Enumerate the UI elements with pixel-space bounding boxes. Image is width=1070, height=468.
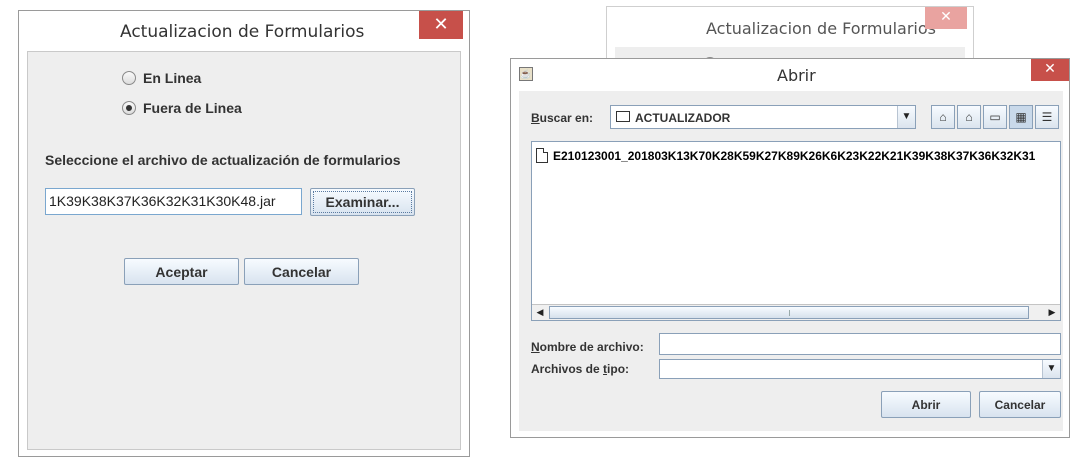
filetype-label: Archivos de tipo:	[531, 362, 629, 376]
filetype-label-rest: ipo:	[607, 362, 630, 376]
horizontal-scrollbar[interactable]: ◀ ▶	[532, 304, 1060, 320]
look-in-combo[interactable]: ACTUALIZADOR ▼	[610, 105, 916, 129]
filename-label-rest: ombre de archivo:	[539, 340, 644, 354]
file-icon	[536, 148, 548, 163]
list-view-button[interactable]: ▦	[1009, 105, 1033, 129]
open-cancel-button[interactable]: Cancelar	[979, 391, 1061, 418]
look-in-value: ACTUALIZADOR	[635, 111, 731, 125]
browse-button[interactable]: Examinar...	[310, 188, 415, 216]
background-close-button[interactable]: ✕	[925, 7, 967, 29]
radio-offline-label: Fuera de Linea	[143, 100, 242, 116]
background-dialog-title: Actualizacion de Formularios	[706, 19, 936, 38]
cancel-button[interactable]: Cancelar	[244, 258, 359, 285]
open-title-bar[interactable]: ☕ Abrir ✕	[511, 59, 1069, 91]
open-file-dialog: ☕ Abrir ✕ Buscar en: ACTUALIZADOR ▼ ⌂ ⌂ …	[510, 58, 1070, 438]
home-button[interactable]: ⌂	[957, 105, 981, 129]
new-folder-icon: ▭	[989, 110, 1001, 124]
filetype-label-pre: Archivos de	[531, 362, 604, 376]
chevron-down-icon[interactable]: ▼	[897, 106, 915, 128]
file-path-field[interactable]: 1K39K38K37K36K32K31K30K48.jar	[45, 188, 302, 215]
scrollbar-thumb[interactable]	[549, 306, 1029, 319]
filename-label: Nombre de archivo:	[531, 340, 644, 354]
new-folder-button[interactable]: ▭	[983, 105, 1007, 129]
radio-online-label: En Linea	[143, 70, 202, 86]
filename-mnemonic: N	[531, 340, 540, 354]
filename-input[interactable]	[659, 333, 1061, 355]
filetype-chevron-down-icon[interactable]: ▼	[1042, 360, 1060, 378]
filetype-select[interactable]: ▼	[659, 359, 1061, 379]
folder-icon	[616, 111, 630, 122]
up-folder-button[interactable]: ⌂	[931, 105, 955, 129]
look-in-label: Buscar en:	[531, 111, 593, 125]
details-view-icon: ☰	[1041, 110, 1053, 124]
up-folder-icon: ⌂	[939, 110, 947, 124]
radio-offline[interactable]: Fuera de Linea	[122, 100, 242, 116]
java-app-icon: ☕	[519, 67, 533, 81]
look-in-label-rest: uscar en:	[539, 111, 594, 125]
open-button[interactable]: Abrir	[881, 391, 971, 418]
scroll-left-icon[interactable]: ◀	[532, 305, 548, 320]
file-list[interactable]: E210123001_201803K13K70K28K59K27K89K26K6…	[531, 141, 1061, 321]
list-item[interactable]: E210123001_201803K13K70K28K59K27K89K26K6…	[536, 148, 1035, 163]
dialog-body: En Linea Fuera de Linea Seleccione el ar…	[27, 51, 461, 450]
scroll-right-icon[interactable]: ▶	[1044, 305, 1060, 320]
title-bar[interactable]: Actualizacion de Formularios ✕	[19, 11, 469, 51]
close-button[interactable]: ✕	[419, 11, 463, 39]
instruction-label: Seleccione el archivo de actualización d…	[45, 152, 401, 168]
open-dialog-title: Abrir	[777, 66, 816, 85]
radio-offline-circle[interactable]	[122, 101, 136, 115]
details-view-button[interactable]: ☰	[1035, 105, 1059, 129]
file-toolbar: ⌂ ⌂ ▭ ▦ ☰	[931, 105, 1061, 129]
scrollbar-grip-icon	[789, 310, 790, 316]
home-icon: ⌂	[965, 110, 973, 124]
background-title-bar: Actualizacion de Formularios ✕	[607, 7, 973, 47]
file-name: E210123001_201803K13K70K28K59K27K89K26K6…	[553, 148, 1036, 163]
dialog-title: Actualizacion de Formularios	[120, 22, 365, 42]
background-update-dialog: Actualizacion de Formularios ✕	[606, 6, 974, 66]
look-in-mnemonic: B	[531, 111, 540, 125]
open-close-button[interactable]: ✕	[1031, 59, 1069, 81]
open-dialog-body: Buscar en: ACTUALIZADOR ▼ ⌂ ⌂ ▭ ▦ ☰ E210…	[519, 91, 1063, 431]
list-view-icon: ▦	[1015, 110, 1027, 124]
update-forms-dialog: Actualizacion de Formularios ✕ En Linea …	[18, 10, 470, 457]
accept-button[interactable]: Aceptar	[124, 258, 239, 285]
radio-online[interactable]: En Linea	[122, 70, 201, 86]
radio-online-circle[interactable]	[122, 71, 136, 85]
